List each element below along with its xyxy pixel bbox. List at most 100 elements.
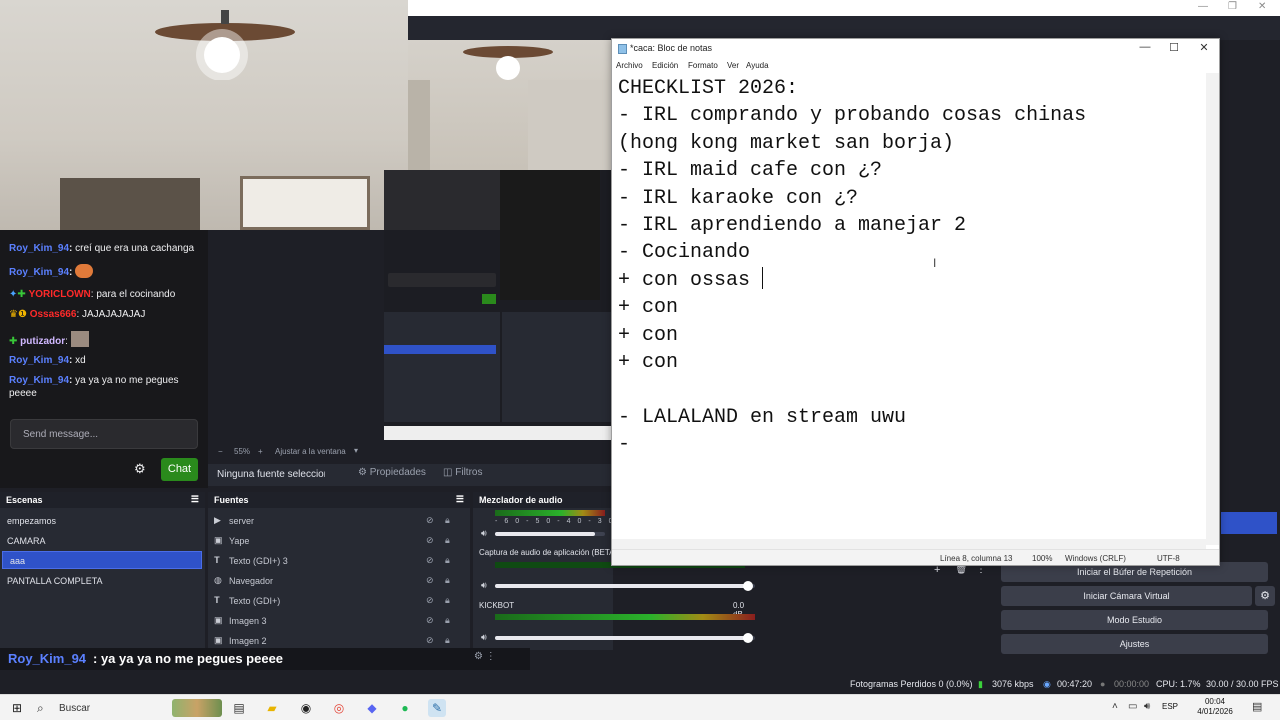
menu-ver[interactable]: Ver (727, 61, 739, 70)
volume-slider[interactable] (495, 581, 755, 591)
notepad-titlebar[interactable]: *caca: Bloc de notas — ☐ ✕ (612, 39, 1219, 59)
chat-username[interactable]: Roy_Kim_94 (9, 375, 69, 386)
text-line: - (618, 433, 631, 457)
chat-username[interactable]: Roy_Kim_94 (9, 243, 69, 254)
chevron-up-icon[interactable]: ˄ (1112, 701, 1118, 712)
scene-item[interactable]: CAMARA (0, 532, 202, 550)
fit-window-label[interactable]: Ajustar a la ventana (275, 447, 346, 456)
text-line: - IRL maid cafe con ¿? (618, 159, 883, 183)
eye-hidden-icon[interactable]: ⊘ (426, 615, 434, 626)
spotify-icon[interactable]: ● (396, 699, 414, 717)
menu-edicion[interactable]: Edición (652, 61, 678, 70)
record-time: 00:00:00 (1114, 679, 1150, 689)
menu-ayuda[interactable]: Ayuda (746, 61, 769, 70)
dock-menu-icon[interactable]: ☰ (191, 494, 199, 505)
eye-hidden-icon[interactable]: ⊘ (426, 535, 434, 546)
lock-icon[interactable]: 🔒︎ (445, 515, 450, 526)
chrome-icon[interactable]: ◎ (330, 699, 348, 717)
mixer-channel-name: KICKBOT (479, 601, 515, 610)
volume-slider[interactable] (495, 532, 605, 536)
scene-item[interactable]: PANTALLA COMPLETA (0, 572, 202, 590)
gear-icon[interactable]: ⚙ (1255, 586, 1275, 606)
lock-icon[interactable]: 🔒︎ (445, 535, 450, 546)
file-explorer-icon[interactable]: ▰ (263, 699, 281, 717)
chat-username[interactable]: Ossas666 (30, 309, 77, 320)
chat-username[interactable]: Roy_Kim_94 (9, 355, 69, 366)
network-icon[interactable]: ▭ (1128, 701, 1137, 712)
lock-icon[interactable]: 🔒︎ (445, 635, 450, 646)
chat-input[interactable]: Send message... (10, 419, 198, 449)
properties-button[interactable]: ⚙ Propiedades (358, 467, 426, 478)
signal-icon: ▮ (978, 679, 983, 689)
chat-message: ♛❶ Ossas666: JAJAJAJAJAJ (9, 309, 146, 320)
zoom-value: 55% (234, 447, 251, 456)
lock-icon[interactable]: 🔒︎ (445, 595, 450, 606)
studio-mode-button[interactable]: Modo Estudio (1001, 610, 1268, 630)
crown-icon: ♛ (9, 309, 18, 320)
scene-item[interactable]: empezamos (0, 512, 202, 530)
volume-slider[interactable] (495, 633, 755, 643)
mixer-channel-name: Captura de audio de aplicación (BETA) (479, 548, 618, 557)
scene-item-selected[interactable]: aaa (2, 551, 202, 569)
dock-menu-icon[interactable]: ☰ (456, 494, 464, 505)
minus-icon[interactable]: − (218, 447, 223, 456)
lock-icon[interactable]: 🔒︎ (445, 615, 450, 626)
filters-button[interactable]: ◫ Filtros (443, 467, 482, 478)
chat-text: para el cocinando (96, 289, 176, 300)
source-item[interactable]: ▣ Yape ⊘ 🔒︎ (208, 532, 470, 550)
speaker-icon[interactable]: 🔊︎ (481, 632, 487, 643)
more-icon[interactable]: ⋮ (486, 651, 496, 662)
horizontal-scrollbar[interactable] (612, 539, 1206, 549)
minimize-icon[interactable]: — (1198, 1, 1208, 12)
gear-icon[interactable]: ⚙ (134, 461, 150, 477)
notepad-taskbar-icon[interactable]: ✎ (428, 699, 446, 717)
source-item[interactable]: 𝐓 Texto (GDI+) ⊘ 🔒︎ (208, 592, 470, 610)
taskbar-clock[interactable]: 00:04 4/01/2026 (1194, 697, 1236, 717)
close-icon[interactable]: ✕ (1258, 1, 1266, 12)
mixer-settings-icon[interactable]: ⚙ (474, 651, 483, 662)
source-item[interactable]: ▣ Imagen 3 ⊘ 🔒︎ (208, 612, 470, 630)
chat-username[interactable]: Roy_Kim_94 (9, 267, 69, 278)
taskbar-search[interactable]: ⌕ Buscar (33, 698, 163, 718)
sources-title: Fuentes (214, 495, 249, 505)
discord-icon[interactable]: ◆ (363, 699, 381, 717)
eye-hidden-icon[interactable]: ⊘ (426, 515, 434, 526)
plus-icon[interactable]: + (258, 447, 263, 456)
speaker-icon[interactable]: 🔊︎ (481, 528, 487, 539)
minimize-icon[interactable]: — (1134, 41, 1156, 53)
chat-username[interactable]: putizador (20, 336, 65, 347)
overlay-message: : ya ya ya no me pegues peeee (93, 651, 284, 666)
text-line: - IRL karaoke con ¿? (618, 186, 859, 210)
weather-widget[interactable] (172, 699, 222, 717)
menu-formato[interactable]: Formato (688, 61, 718, 70)
maximize-icon[interactable]: ☐ (1163, 41, 1185, 54)
speaker-icon[interactable]: 🔊︎ (481, 580, 487, 591)
eye-hidden-icon[interactable]: ⊘ (426, 575, 434, 586)
notepad-text-area[interactable]: CHECKLIST 2026: - IRL comprando y proband… (618, 75, 1203, 545)
eye-hidden-icon[interactable]: ⊘ (426, 555, 434, 566)
lock-icon[interactable]: 🔒︎ (445, 575, 450, 586)
obs-icon[interactable]: ◉ (297, 699, 315, 717)
source-item[interactable]: ◍ Navegador ⊘ 🔒︎ (208, 572, 470, 590)
eye-hidden-icon[interactable]: ⊘ (426, 595, 434, 606)
source-item[interactable]: ▶ server ⊘ 🔒︎ (208, 512, 470, 530)
settings-button[interactable]: Ajustes (1001, 634, 1268, 654)
language-indicator[interactable]: ESP (1162, 702, 1178, 711)
overlay-tools: ⚙ ⋮ (474, 651, 496, 662)
vertical-scrollbar[interactable] (1206, 73, 1219, 545)
virtual-camera-button[interactable]: Iniciar Cámara Virtual (1001, 586, 1252, 606)
chevron-down-icon[interactable]: ▾ (354, 446, 358, 455)
restore-icon[interactable]: ❐ (1228, 1, 1237, 12)
lock-icon[interactable]: 🔒︎ (445, 555, 450, 566)
volume-icon[interactable]: 🔊︎ (1144, 701, 1150, 712)
eye-hidden-icon[interactable]: ⊘ (426, 635, 434, 646)
chat-username[interactable]: YORICLOWN (29, 289, 91, 300)
windows-start-icon[interactable]: ⊞ (8, 699, 26, 717)
close-icon[interactable]: ✕ (1193, 41, 1215, 54)
notifications-icon[interactable]: ▤ (1252, 700, 1262, 713)
start-stream-button-partial[interactable] (1221, 512, 1277, 534)
task-view-icon[interactable]: ▤ (230, 699, 248, 717)
chat-send-button[interactable]: Chat (161, 458, 198, 481)
menu-archivo[interactable]: Archivo (616, 61, 643, 70)
source-item[interactable]: 𝐓 Texto (GDI+) 3 ⊘ 🔒︎ (208, 552, 470, 570)
